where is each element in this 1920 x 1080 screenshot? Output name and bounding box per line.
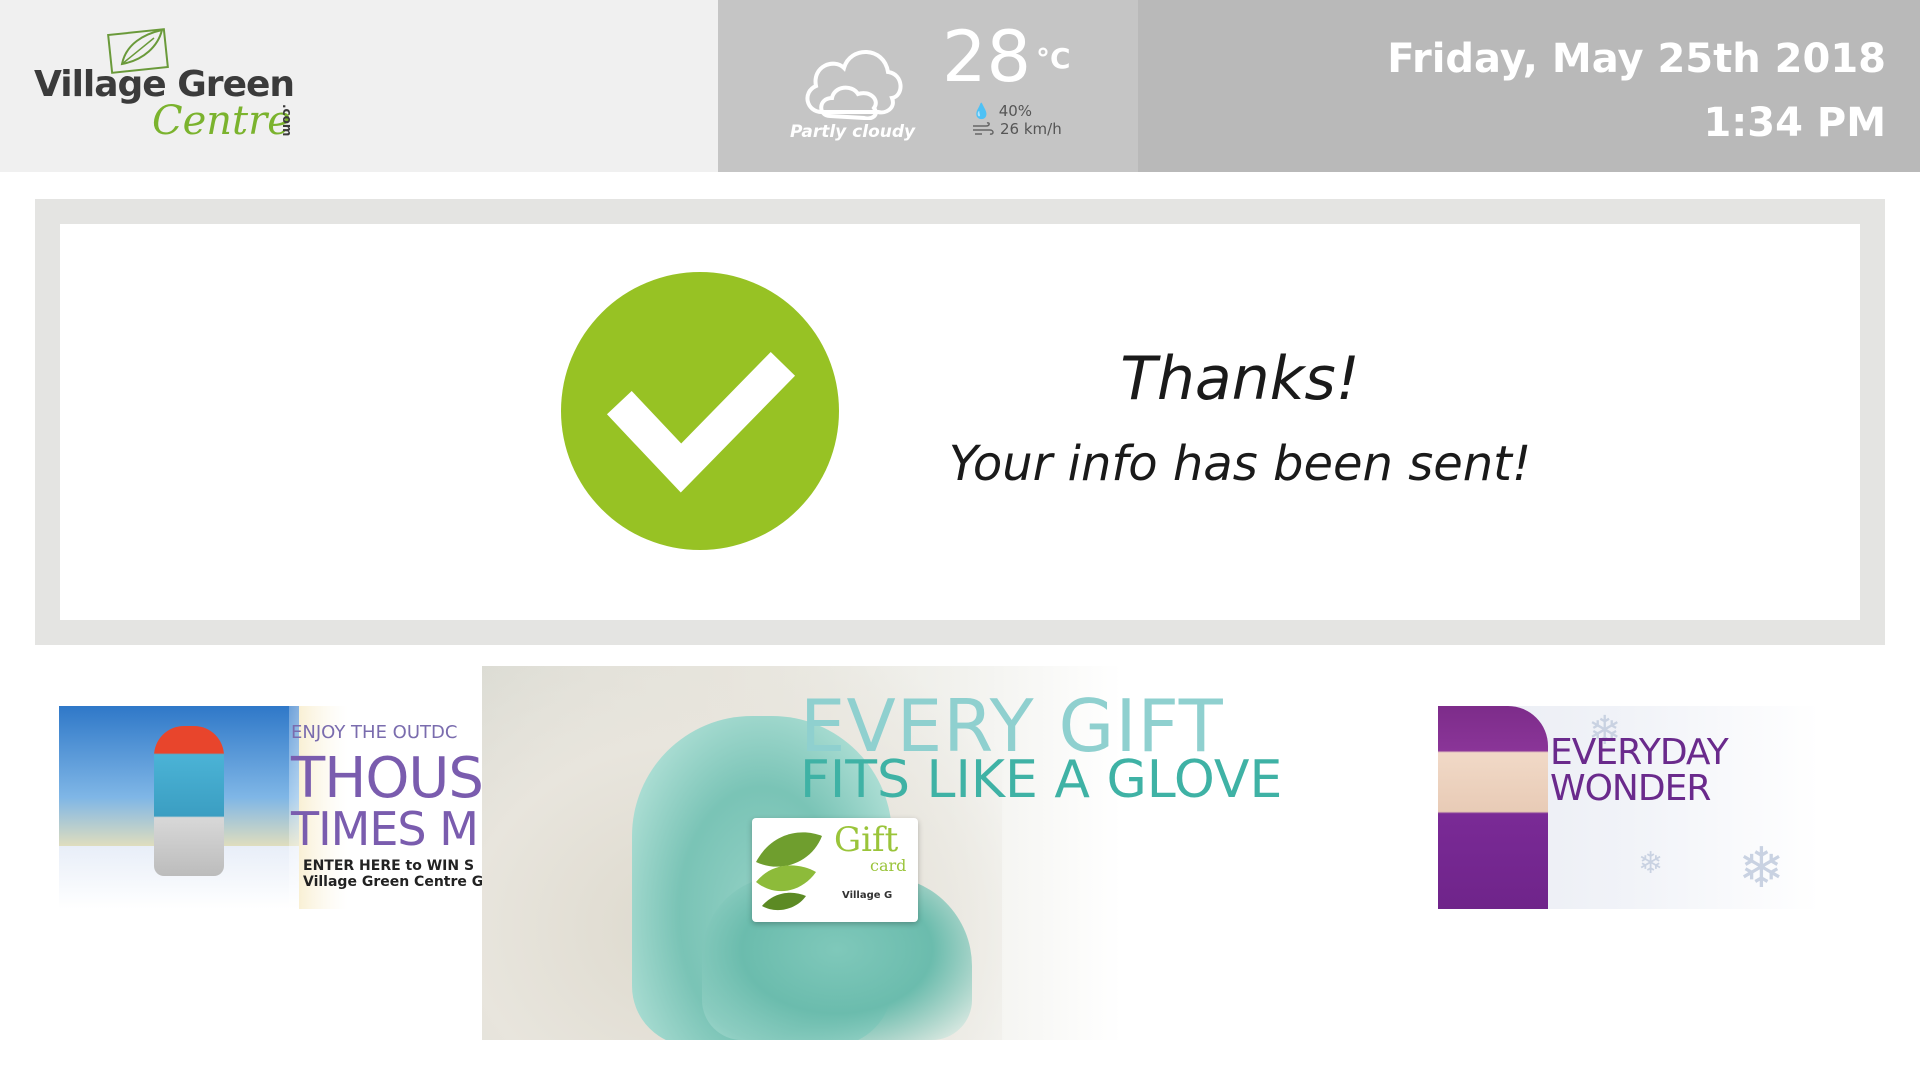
confirmation-panel: Thanks! Your info has been sent! <box>35 199 1885 645</box>
wind-row: 26 km/h <box>972 120 1062 138</box>
banner-left-tagline: ENJOY THE OUTDC <box>291 722 458 743</box>
banner-photo-snowboarder <box>154 726 224 876</box>
banner-right-subheadline: WONDER <box>1550 768 1711 809</box>
banner-left-cta-brand: Village Green Centre Gi <box>303 874 484 890</box>
outdoor-contest-banner[interactable]: ENJOY THE OUTDC THOUS TIMES M ENTER HERE… <box>59 706 484 909</box>
thanks-heading: Thanks! <box>1120 344 1360 414</box>
wind-icon <box>973 122 994 135</box>
banner-photo-woman <box>1438 706 1548 909</box>
weather-widget: Partly cloudy 28 °C 💧 40% 26 km/h <box>718 0 1138 172</box>
droplet-icon: 💧 <box>972 102 991 120</box>
gift-card-banner[interactable]: EVERY GIFT FITS LIKE A GLOVE Gift card V… <box>482 666 1282 1040</box>
gift-card-image: Gift card Village G <box>752 818 918 922</box>
gift-card-subword: card <box>870 856 907 875</box>
gift-card-word: Gift <box>834 820 899 860</box>
datetime-panel: Friday, May 25th 2018 1:34 PM <box>1138 0 1920 172</box>
logo-suffix: .com <box>280 104 294 137</box>
everyday-wonder-banner[interactable]: ❄ ❄ ❄ EVERYDAY WONDER <box>1438 706 1820 909</box>
weather-description: Partly cloudy <box>790 122 916 142</box>
banner-center-subheadline: FITS LIKE A GLOVE <box>800 750 1282 810</box>
cloud-icon <box>805 50 903 120</box>
humidity-row: 💧 40% <box>972 102 1032 120</box>
humidity-value: 40% <box>998 102 1033 120</box>
logo-script-text: Centre <box>152 98 291 144</box>
header-bar: Village Green Centre .com Partly cloudy … <box>0 0 1920 172</box>
banner-right-headline: EVERYDAY <box>1550 732 1729 773</box>
leaves-icon <box>756 832 822 911</box>
logo-panel: Village Green Centre .com <box>0 0 718 172</box>
success-badge <box>561 272 839 550</box>
snowflake-icon: ❄ <box>1738 836 1785 901</box>
wind-value: 26 km/h <box>1000 120 1062 138</box>
temperature-unit: °C <box>1036 42 1071 75</box>
checkmark-icon <box>606 351 796 493</box>
snowflake-icon: ❄ <box>1638 846 1664 881</box>
confirmation-message: Your info has been sent! <box>948 436 1532 492</box>
gift-card-brand: Village G <box>842 890 893 901</box>
village-green-logo[interactable]: Village Green Centre .com <box>32 20 302 150</box>
confirmation-card: Thanks! Your info has been sent! <box>60 224 1860 620</box>
banner-left-subheadline: TIMES M <box>291 802 479 856</box>
current-time: 1:34 PM <box>1703 100 1886 146</box>
temperature-value: 28 <box>942 16 1032 98</box>
current-date: Friday, May 25th 2018 <box>1387 36 1886 82</box>
banner-left-cta: ENTER HERE to WIN S <box>303 858 475 874</box>
